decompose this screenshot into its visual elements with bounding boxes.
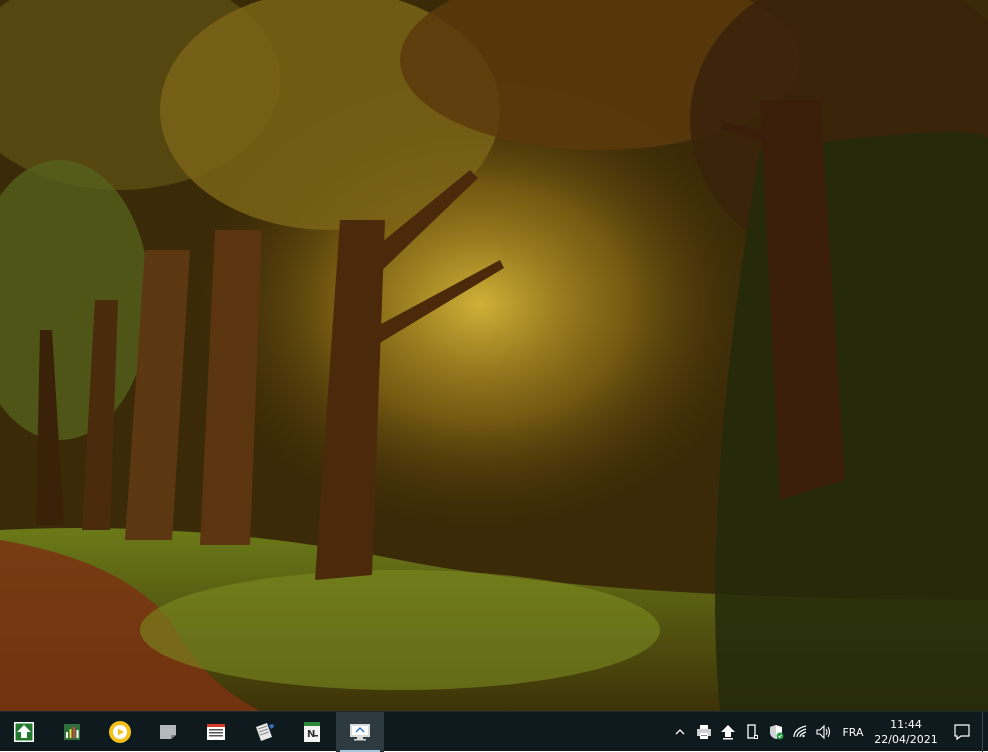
taskbar-app-list-document[interactable] [192, 712, 240, 752]
system-tray: FRA 11:44 22/04/2021 [668, 712, 988, 752]
taskbar-app-remote-desktop[interactable] [336, 711, 384, 752]
usb-device-icon [747, 724, 758, 739]
clock-time: 11:44 [890, 718, 922, 731]
taskbar-app-notepad[interactable] [240, 712, 288, 752]
svg-text:N: N [307, 729, 315, 740]
taskbar-app-spreadsheet[interactable] [48, 712, 96, 752]
clock-date: 22/04/2021 [874, 733, 938, 746]
taskbar-app-notepad-plus[interactable]: N [288, 712, 336, 752]
media-player-icon [109, 720, 131, 743]
taskbar-app-sticky-notes[interactable] [144, 712, 192, 752]
show-desktop-button[interactable] [982, 712, 988, 752]
taskbar-app-install[interactable] [0, 712, 48, 752]
tray-network[interactable] [788, 712, 812, 752]
show-hidden-icons-button[interactable] [668, 712, 692, 752]
speaker-icon [816, 724, 831, 740]
clock[interactable]: 11:44 22/04/2021 [870, 712, 942, 752]
chevron-up-icon [675, 729, 685, 735]
desktop [0, 0, 988, 711]
taskbar-app-media-player[interactable] [96, 712, 144, 752]
notification-icon [954, 724, 970, 741]
taskbar-apps: N [0, 711, 384, 752]
upload-arrow-icon [721, 725, 735, 740]
remote-desktop-icon [350, 723, 370, 740]
printer-icon [697, 725, 711, 739]
sticky-notes-icon [160, 724, 176, 739]
tray-security[interactable] [764, 712, 788, 752]
taskbar: N FRA 11:44 22/04/2021 [0, 711, 988, 752]
tray-usb-device[interactable] [740, 712, 764, 752]
security-shield-icon [770, 725, 784, 740]
tray-volume[interactable] [812, 712, 836, 752]
tray-printer[interactable] [692, 712, 716, 752]
install-arrow-icon [14, 721, 34, 742]
wallpaper-image [0, 0, 988, 711]
action-center-button[interactable] [942, 712, 982, 752]
input-language-indicator[interactable]: FRA [836, 712, 870, 752]
tray-upload[interactable] [716, 712, 740, 752]
notepad-plus-icon: N [304, 721, 320, 742]
notepad-icon [256, 722, 274, 741]
wifi-icon [793, 725, 807, 738]
spreadsheet-app-icon [64, 723, 80, 740]
list-document-icon [207, 723, 225, 740]
